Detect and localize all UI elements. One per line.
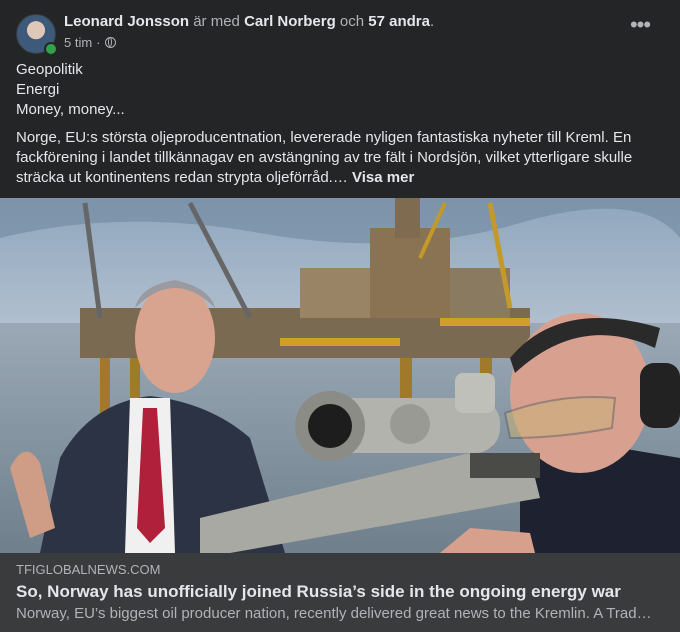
post-meta: 5 tim · [64,35,116,50]
more-options-icon[interactable]: ••• [624,14,656,40]
link-title[interactable]: So, Norway has unofficially joined Russi… [16,582,621,602]
post-timestamp[interactable]: 5 tim [64,35,92,50]
post-line: Money, money... [16,101,125,118]
link-preview-card[interactable]: TFIGLOBALNEWS.COM So, Norway has unoffic… [0,553,680,632]
post-header: Leonard Jonsson är med Carl Norberg och … [16,12,664,56]
author-name-link[interactable]: Leonard Jonsson [64,13,189,30]
link-domain: TFIGLOBALNEWS.COM [16,562,161,577]
link-description: Norway, EU’s biggest oil producer nation… [16,605,652,622]
see-more-link[interactable]: Visa mer [352,169,414,186]
oil-platform-photo [0,198,680,553]
period-text: . [429,13,435,30]
post-author-line: Leonard Jonsson är med Carl Norberg och … [64,13,434,30]
meta-separator: · [96,35,101,50]
post-card: Leonard Jonsson är med Carl Norberg och … [0,0,680,632]
post-paragraph: Norge, EU:s största oljeproducentnation,… [16,128,636,188]
post-paragraph-text: Norge, EU:s största oljeproducentnation,… [16,129,633,186]
online-status-dot [44,42,58,56]
tagged-person-link[interactable]: Carl Norberg [244,13,336,30]
globe-icon [104,37,116,48]
post-line: Geopolitik [16,61,83,78]
post-text: Geopolitik Energi Money, money... Norge,… [16,60,636,188]
post-line: Energi [16,81,60,98]
and-text: och [339,13,365,30]
link-preview-image[interactable] [0,198,680,553]
others-link[interactable]: 57 andra [368,13,430,30]
with-text: är med [193,13,240,30]
